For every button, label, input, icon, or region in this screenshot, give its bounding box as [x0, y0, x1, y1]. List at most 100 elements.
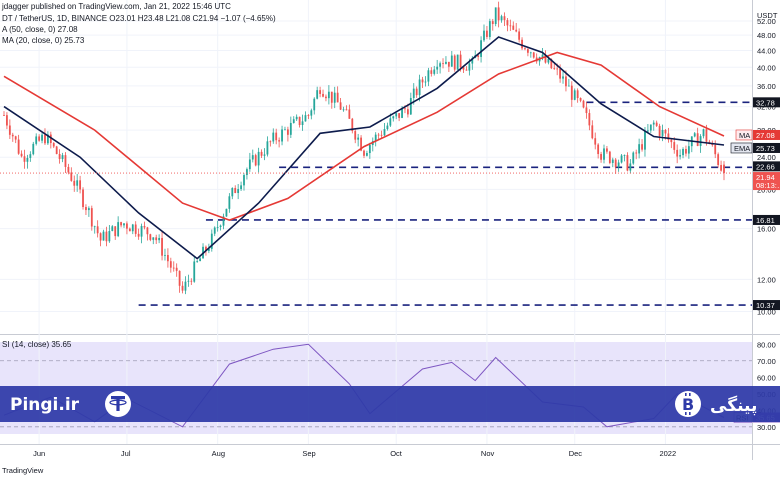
tether-logo-icon	[105, 391, 131, 417]
candle-body	[682, 149, 684, 156]
candle-body	[316, 90, 319, 99]
candle-body	[251, 155, 254, 160]
candle-body	[3, 115, 5, 116]
candle-body	[579, 98, 582, 101]
candle-body	[442, 63, 444, 65]
candle-body	[693, 133, 696, 137]
candle-body	[272, 132, 275, 142]
price-pane[interactable]	[0, 0, 752, 333]
candle-body	[184, 281, 187, 291]
candle-body	[301, 121, 304, 126]
candle-body	[670, 139, 673, 143]
candle-body	[20, 153, 23, 157]
candle-body	[345, 109, 348, 111]
candle-body	[611, 159, 614, 163]
candle-body	[603, 148, 605, 160]
candle-body	[377, 134, 380, 136]
candle-body	[661, 129, 664, 136]
time-tick-label: Oct	[390, 449, 403, 458]
candle-body	[278, 140, 281, 142]
candle-body	[187, 280, 190, 282]
rsi-tick-label: 70.00	[757, 357, 776, 366]
candle-body	[111, 226, 114, 232]
candle-body	[606, 148, 608, 152]
candle-body	[79, 180, 82, 190]
price-tag-value: 32.78	[756, 98, 775, 107]
candle-body	[23, 156, 26, 162]
candle-body	[483, 30, 485, 41]
candle-body	[292, 119, 295, 123]
time-tick-label: Nov	[481, 449, 495, 458]
time-tick-label: 2022	[659, 449, 676, 458]
candle-body	[246, 169, 248, 176]
candle-body	[392, 116, 395, 119]
candle-body	[512, 25, 515, 30]
candle-body	[330, 91, 333, 103]
price-tick-label: 48.00	[757, 31, 776, 40]
price-tag-value: 27.08	[756, 131, 775, 140]
price-tick-label: 44.00	[757, 46, 776, 55]
candle-body	[556, 68, 559, 70]
candle-body	[123, 223, 125, 226]
candle-body	[673, 142, 676, 150]
candle-body	[532, 52, 535, 58]
candle-body	[588, 113, 591, 126]
time-tick-label: Jul	[121, 449, 131, 458]
candle-body	[409, 97, 412, 115]
rsi-legend[interactable]: SI (14, close) 35.65	[2, 340, 72, 349]
candle-body	[120, 222, 122, 226]
candle-body	[406, 109, 409, 115]
candle-body	[714, 145, 717, 155]
indicator-tag-label: EMA	[734, 144, 750, 153]
candle-body	[389, 118, 392, 126]
ema-legend[interactable]: MA (20, close, 0) 25.73	[2, 36, 85, 45]
candle-body	[158, 237, 161, 241]
bitcoin-logo-icon: B	[675, 391, 701, 417]
candle-body	[128, 228, 131, 232]
sma-legend[interactable]: A (50, close, 0) 27.08	[2, 25, 78, 34]
price-tag-value: 16.81	[756, 216, 775, 225]
candle-body	[131, 224, 134, 232]
candle-body	[500, 16, 503, 21]
candle-body	[137, 233, 140, 237]
candle-body	[509, 25, 512, 27]
candle-body	[453, 55, 456, 70]
candle-body	[518, 31, 521, 40]
candle-body	[243, 175, 245, 186]
time-tick-label: Jun	[33, 449, 45, 458]
rsi-tick-label: 80.00	[757, 340, 776, 349]
candle-body	[638, 144, 641, 154]
candle-body	[322, 93, 324, 97]
symbol-line[interactable]: DT / TetherUS, 1D, BINANCE O23.01 H23.48…	[2, 14, 276, 23]
candle-body	[58, 153, 61, 160]
candle-body	[134, 224, 137, 234]
candle-body	[234, 187, 237, 193]
candle-body	[658, 125, 661, 136]
price-chart[interactable]: 52.0048.0044.0040.0036.0032.0028.0024.00…	[0, 0, 780, 480]
candle-body	[169, 261, 172, 268]
candle-body	[67, 166, 70, 173]
candle-body	[99, 233, 102, 241]
candle-body	[620, 155, 623, 163]
candle-body	[17, 139, 20, 154]
candle-body	[281, 129, 283, 142]
candle-body	[368, 144, 371, 154]
candle-body	[64, 155, 67, 167]
candle-body	[333, 92, 336, 103]
candle-body	[573, 90, 576, 100]
candle-body	[44, 134, 46, 144]
candle-body	[553, 68, 556, 70]
candle-body	[231, 187, 234, 197]
candle-body	[342, 109, 345, 111]
candle-body	[597, 144, 600, 155]
candle-body	[626, 155, 629, 171]
tradingview-brand[interactable]: TradingView	[2, 466, 44, 475]
candle-body	[161, 237, 163, 256]
candle-body	[199, 258, 202, 262]
candle-body	[591, 125, 594, 139]
candle-body	[503, 16, 506, 21]
candle-body	[29, 154, 32, 158]
time-axis[interactable]: Jun Jul Aug Sep Oct Nov Dec 2022	[33, 449, 676, 458]
candle-body	[383, 129, 386, 136]
candle-body	[164, 254, 166, 256]
